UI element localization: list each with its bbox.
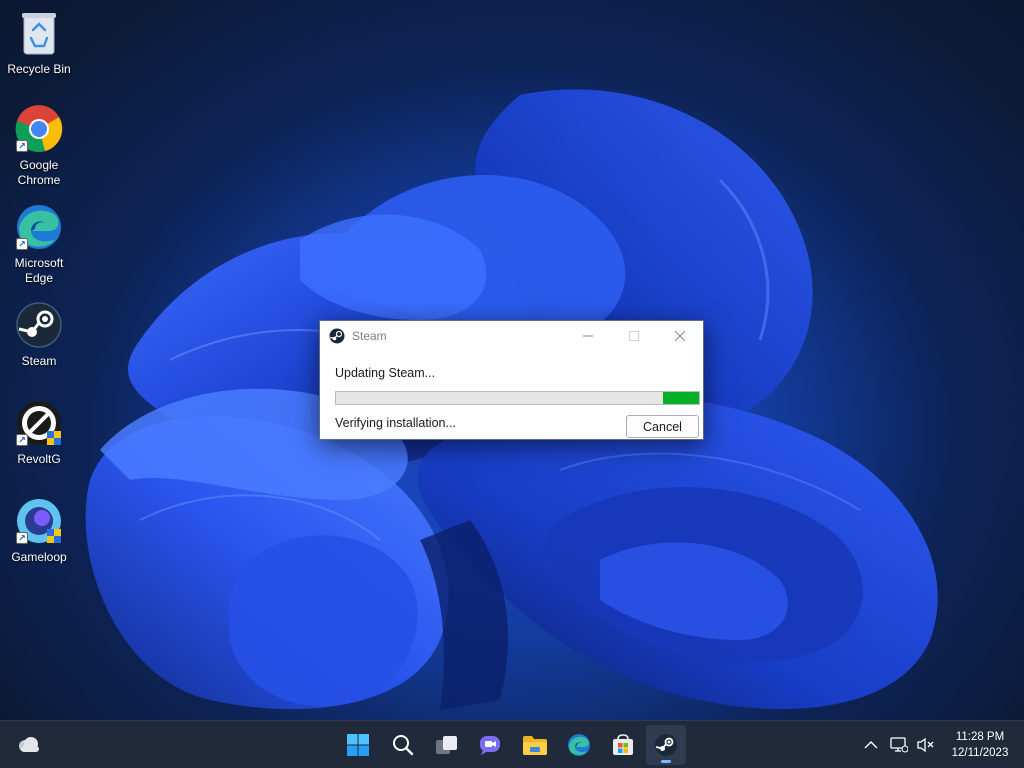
cancel-button[interactable]: Cancel (626, 415, 699, 438)
revoltg-icon: ↗ (14, 398, 64, 448)
dialog-title: Steam (352, 328, 387, 343)
store-icon (613, 734, 633, 755)
desktop-icon-label: Steam (21, 354, 57, 368)
minimize-button[interactable] (565, 321, 611, 350)
desktop-icon-microsoft-edge[interactable]: ↗ Microsoft Edge (4, 202, 74, 286)
steam-icon (329, 328, 345, 343)
close-button[interactable] (657, 321, 703, 350)
folder-icon (523, 736, 547, 755)
maximize-icon (629, 330, 639, 341)
shortcut-arrow-icon: ↗ (16, 140, 28, 152)
desktop-icon-label: Microsoft Edge (14, 256, 64, 285)
clock-time: 11:28 PM (955, 731, 1005, 743)
desktop-icon-recycle-bin[interactable]: Recycle Bin (4, 8, 74, 77)
steam-update-dialog: Steam Updating Steam... Verifying instal… (319, 320, 704, 440)
dialog-titlebar[interactable]: Steam (320, 321, 703, 350)
show-hidden-icons-button[interactable] (861, 733, 881, 757)
desktop-icon-gameloop[interactable]: ↗ Gameloop (4, 496, 74, 565)
maximize-button[interactable] (611, 321, 657, 350)
search-icon (393, 735, 414, 756)
teams-chat-button[interactable] (470, 725, 510, 765)
microsoft-store-button[interactable] (603, 725, 643, 765)
search-button[interactable] (383, 725, 423, 765)
weather-widget-button[interactable] (8, 725, 48, 765)
close-icon (675, 330, 685, 341)
dialog-message: Updating Steam... (335, 366, 436, 380)
volume-muted-icon (917, 737, 934, 753)
steam-icon (655, 734, 677, 756)
file-explorer-button[interactable] (515, 725, 555, 765)
desktop-icon-label: Recycle Bin (7, 62, 71, 76)
taskbar-clock[interactable]: 11:28 PM 12/11/2023 (944, 729, 1016, 761)
volume-button[interactable] (915, 733, 935, 757)
edge-icon: ↗ (14, 202, 64, 252)
steam-taskbar-button[interactable] (646, 725, 686, 765)
desktop-icon-steam[interactable]: Steam (4, 300, 74, 369)
taskbar: 11:28 PM 12/11/2023 (0, 720, 1024, 768)
clock-date: 12/11/2023 (951, 747, 1009, 759)
chrome-icon: ↗ (14, 104, 64, 154)
task-view-button[interactable] (427, 725, 467, 765)
weather-icon (19, 737, 39, 752)
shortcut-arrow-icon: ↗ (16, 238, 28, 250)
shortcut-arrow-icon: ↗ (16, 532, 28, 544)
update-progress-bar (335, 391, 700, 405)
start-button[interactable] (338, 725, 378, 765)
chat-icon (480, 736, 500, 755)
dialog-status-text: Verifying installation... (335, 416, 456, 430)
steam-icon (14, 300, 64, 350)
network-disconnected-icon (890, 737, 908, 753)
shortcut-arrow-icon: ↗ (16, 434, 28, 446)
desktop-icon-revoltg[interactable]: ↗ RevoltG (4, 398, 74, 467)
edge-taskbar-button[interactable] (559, 725, 599, 765)
task-view-icon (436, 736, 457, 754)
chevron-up-icon (864, 741, 878, 749)
gameloop-icon: ↗ (14, 496, 64, 546)
progress-fill (662, 392, 699, 404)
edge-icon (568, 734, 590, 756)
desktop-icon-label: RevoltG (17, 452, 61, 466)
desktop-icon-label: Gameloop (11, 550, 67, 564)
desktop-icon-label: Google Chrome (17, 158, 61, 187)
recycle-bin-icon (14, 8, 64, 58)
network-status-button[interactable] (889, 733, 909, 757)
windows-start-icon (347, 734, 369, 756)
minimize-icon (583, 335, 593, 336)
desktop-icon-google-chrome[interactable]: ↗ Google Chrome (4, 104, 74, 188)
